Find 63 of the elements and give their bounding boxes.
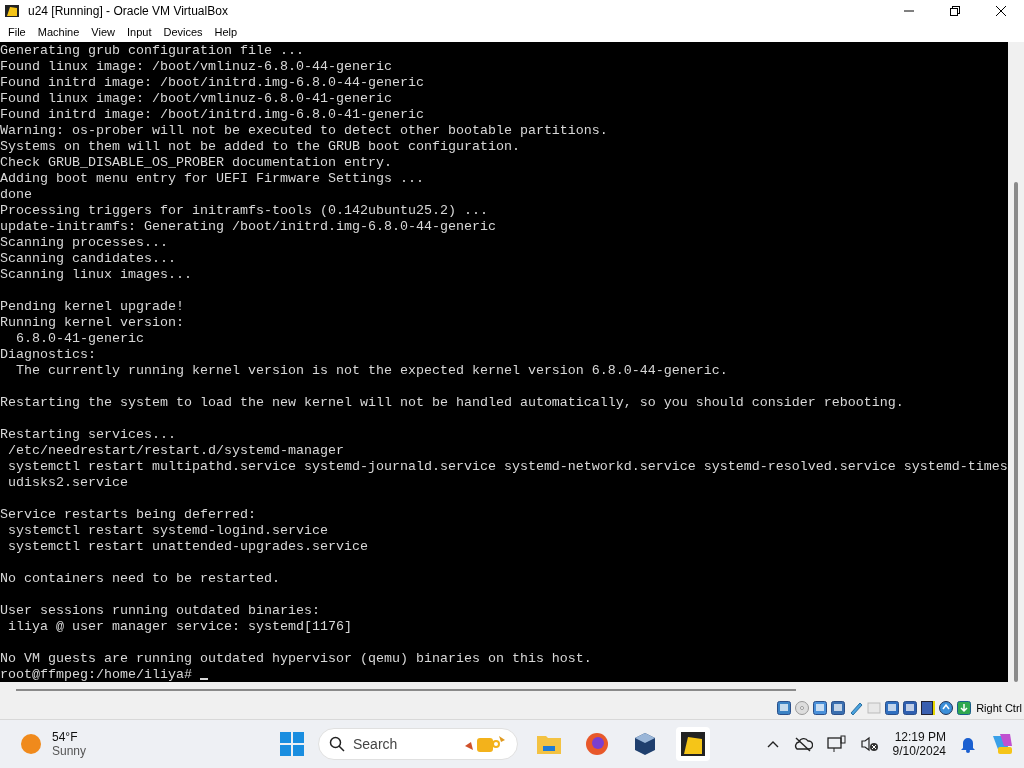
- copilot-icon[interactable]: [990, 732, 1014, 756]
- restore-icon[interactable]: [950, 6, 960, 16]
- terminal-line: Restarting services...: [0, 427, 177, 443]
- terminal-line: Generating grub configuration file ...: [0, 43, 305, 59]
- terminal-line: No containers need to be restarted.: [0, 571, 281, 587]
- menu-item[interactable]: Machine: [31, 26, 86, 38]
- chevron-up-icon[interactable]: [766, 740, 779, 748]
- terminal-line: systemctl restart unattended-upgrades.service: [7, 539, 369, 555]
- window-title: u24 [Running] - Oracle VM VirtualBox: [28, 4, 229, 18]
- terminal-line: systemctl restart multipathd.service systemd-journald.service systemd-networkd.service systemd-resolved.service systemd-times: [7, 459, 1008, 475]
- mouse-integration-icon[interactable]: [938, 700, 955, 716]
- usb-icon[interactable]: [848, 700, 865, 716]
- terminal-line: Found initrd image: /boot/initrd.img-6.8.0-41-generic: [0, 107, 425, 123]
- terminal-line: udisks2.service: [7, 475, 129, 491]
- terminal-line: iliya @ user manager service: systemd[1176]: [7, 619, 353, 635]
- virtualbox-app-icon: [4, 3, 20, 19]
- terminal-line: 6.8.0-41-generic: [15, 331, 145, 347]
- terminal-line: Restarting the system to load the new kernel will not be handled automatically, so you should consider rebooting.: [0, 395, 905, 411]
- vm-window-icon[interactable]: [676, 727, 710, 761]
- terminal-line: Check GRUB_DISABLE_OS_PROBER documentation entry.: [0, 155, 393, 171]
- terminal-line: Scanning linux images...: [0, 267, 193, 283]
- menu-item[interactable]: Devices: [157, 26, 209, 38]
- text-cursor: [199, 678, 208, 680]
- menu-item[interactable]: File: [2, 26, 32, 38]
- terminal-line: Adding boot menu entry for UEFI Firmware Settings ...: [0, 171, 425, 187]
- terminal-line: Found linux image: /boot/vmlinuz-6.8.0-44-generic: [0, 59, 393, 75]
- speaker-muted-icon[interactable]: [860, 736, 879, 752]
- search-field[interactable]: Search: [318, 728, 518, 760]
- weather-condition-text: Sunny: [52, 744, 87, 758]
- shell-prompt: root@ffmpeg:/home/iliya#: [0, 667, 192, 682]
- menu-item[interactable]: Input: [120, 26, 158, 38]
- menu-item[interactable]: Help: [208, 26, 244, 38]
- terminal-line: Scanning candidates...: [0, 251, 177, 267]
- host-key-label: Right Ctrl: [976, 702, 1022, 714]
- terminal-line: Found linux image: /boot/vmlinuz-6.8.0-41-generic: [0, 91, 393, 107]
- terminal-line: User sessions running outdated binaries:: [0, 603, 321, 619]
- terminal-line: Warning: os-prober will not be executed to detect other bootable partitions.: [0, 123, 609, 139]
- terminal-line: Service restarts being deferred:: [0, 507, 257, 523]
- terminal-line: done: [0, 187, 33, 203]
- menu-item[interactable]: View: [85, 26, 121, 38]
- horizontal-scrollbar[interactable]: [16, 689, 796, 691]
- terminal-line: Scanning processes...: [0, 235, 169, 251]
- close-icon[interactable]: [995, 5, 1007, 17]
- vertical-scrollbar[interactable]: [1008, 42, 1024, 682]
- cloud-off-icon[interactable]: [792, 736, 813, 752]
- terminal-screen[interactable]: [0, 42, 1024, 682]
- bell-icon[interactable]: [960, 735, 976, 753]
- keyboard-capture-icon[interactable]: [956, 700, 973, 716]
- terminal-line: The currently running kernel version is not the expected kernel version 6.8.0-44-generic.: [15, 363, 729, 379]
- terminal-line: Found initrd image: /boot/initrd.img-6.8.0-44-generic: [0, 75, 425, 91]
- terminal-line: Pending kernel upgrade!: [0, 299, 185, 315]
- search-icon: [329, 736, 345, 752]
- terminal-line: Running kernel version:: [0, 315, 185, 331]
- terminal-line: Systems on them will not be added to the GRUB boot configuration.: [0, 139, 521, 155]
- terminal-line: /etc/needrestart/restart.d/systemd-manager: [7, 443, 345, 459]
- temperature-text: 54°F: [52, 730, 79, 744]
- terminal-line: No VM guests are running outdated hypervisor (qemu) binaries on this host.: [0, 651, 593, 667]
- terminal-line: Processing triggers for initramfs-tools (0.142ubuntu25.2) ...: [0, 203, 489, 219]
- terminal-line: systemctl restart systemd-logind.service: [7, 523, 329, 539]
- terminal-line: update-initramfs: Generating /boot/initrd.img-6.8.0-44-generic: [0, 219, 497, 235]
- terminal-line: Diagnostics:: [0, 347, 97, 363]
- start-button[interactable]: [280, 732, 304, 756]
- clock[interactable]: 12:19 PM 9/10/2024: [892, 730, 946, 758]
